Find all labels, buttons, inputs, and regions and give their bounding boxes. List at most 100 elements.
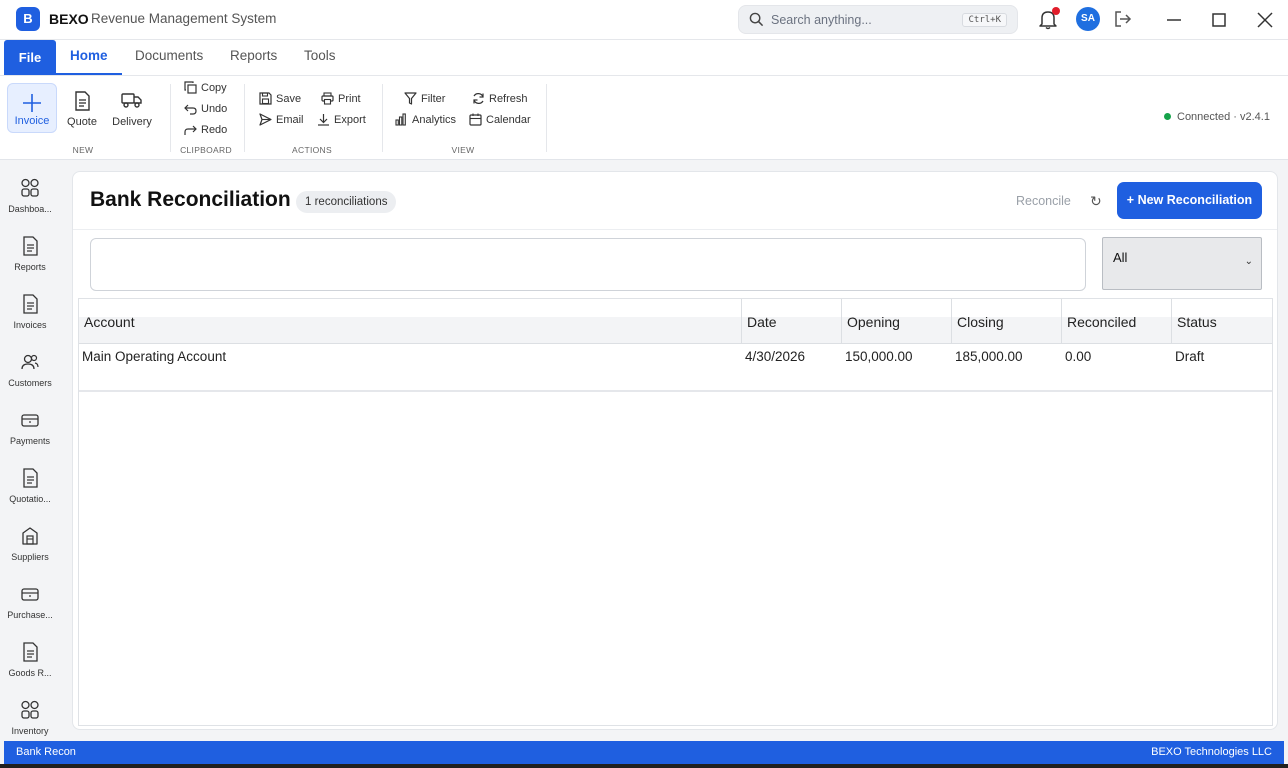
save-icon bbox=[259, 92, 272, 105]
ribbon-group-label: ACTIONS bbox=[292, 145, 332, 155]
document-icon bbox=[23, 468, 38, 488]
column-header-reconciled[interactable]: Reconciled bbox=[1062, 299, 1172, 344]
cell-closing: 185,000.00 bbox=[955, 349, 1023, 364]
column-header-opening[interactable]: Opening bbox=[842, 299, 952, 344]
search-input[interactable] bbox=[771, 10, 941, 30]
refresh-list-button[interactable]: ↻ bbox=[1090, 193, 1102, 210]
export-button[interactable]: Export bbox=[317, 111, 366, 129]
column-header-account[interactable]: Account bbox=[79, 299, 742, 344]
calendar-icon bbox=[469, 113, 482, 126]
title-bar: B BEXO Revenue Management System Ctrl+K … bbox=[0, 0, 1288, 40]
sidebar-item-customers[interactable]: Customers bbox=[0, 344, 60, 400]
main-panel: Bank Reconciliation 1 reconciliations Re… bbox=[72, 171, 1278, 730]
sidebar-item-suppliers[interactable]: Suppliers bbox=[0, 518, 60, 574]
column-header-closing[interactable]: Closing bbox=[952, 299, 1062, 344]
table-header: Account Date Opening Closing Reconciled … bbox=[79, 299, 1272, 344]
global-search[interactable]: Ctrl+K bbox=[738, 5, 1018, 34]
reconciliations-table: Account Date Opening Closing Reconciled … bbox=[78, 298, 1273, 726]
reconcile-button[interactable]: Reconcile bbox=[1016, 194, 1071, 208]
status-filter-select[interactable]: All ⌄ bbox=[1102, 237, 1262, 290]
refresh-icon bbox=[473, 93, 484, 104]
undo-icon bbox=[184, 104, 197, 115]
copy-button[interactable]: Copy bbox=[184, 79, 227, 97]
taskbar-edge bbox=[0, 764, 1288, 768]
sidebar-item-quotations[interactable]: Quotatio... bbox=[0, 460, 60, 516]
table-row[interactable]: Main Operating Account 4/30/2026 150,000… bbox=[79, 344, 1272, 392]
status-bar-left: Bank Recon bbox=[16, 746, 76, 758]
redo-button[interactable]: Redo bbox=[184, 121, 227, 139]
user-avatar[interactable]: SA bbox=[1076, 7, 1100, 31]
close-window-button[interactable] bbox=[1253, 8, 1277, 32]
ribbon-group-actions: Save Print Email Export ACTIONS bbox=[245, 76, 379, 160]
new-delivery-button[interactable]: Delivery bbox=[107, 83, 157, 133]
app-brand: BEXO bbox=[49, 11, 89, 27]
count-badge: 1 reconciliations bbox=[296, 191, 397, 213]
maximize-button[interactable] bbox=[1207, 8, 1231, 32]
calendar-button[interactable]: Calendar bbox=[469, 111, 531, 129]
filter-selected-value: All bbox=[1113, 250, 1128, 265]
new-quote-button[interactable]: Quote bbox=[57, 83, 107, 133]
refresh-button[interactable]: Refresh bbox=[472, 90, 528, 108]
grid-icon bbox=[21, 700, 39, 719]
new-invoice-button[interactable]: Invoice bbox=[7, 83, 57, 133]
sidebar-item-goods-received[interactable]: Goods R... bbox=[0, 634, 60, 690]
wallet-icon bbox=[21, 588, 39, 601]
truck-icon bbox=[121, 93, 142, 108]
tab-tools[interactable]: Tools bbox=[290, 40, 350, 75]
email-button[interactable]: Email bbox=[259, 111, 304, 129]
search-shortcut: Ctrl+K bbox=[962, 13, 1007, 27]
app-subtitle: Revenue Management System bbox=[91, 11, 277, 26]
sidebar-item-reports[interactable]: Reports bbox=[0, 228, 60, 284]
cell-opening: 150,000.00 bbox=[845, 349, 913, 364]
grid-icon bbox=[21, 178, 39, 197]
cell-date: 4/30/2026 bbox=[745, 349, 806, 364]
sidebar-item-purchases[interactable]: Purchase... bbox=[0, 576, 60, 632]
search-field[interactable] bbox=[90, 238, 1086, 291]
copy-icon bbox=[184, 81, 197, 94]
filter-button[interactable]: Filter bbox=[404, 90, 445, 108]
tab-home[interactable]: Home bbox=[56, 40, 122, 75]
column-header-date[interactable]: Date bbox=[742, 299, 842, 344]
bar-chart-icon bbox=[395, 113, 406, 126]
ribbon-group-label: VIEW bbox=[451, 145, 475, 155]
ribbon-toolbar: Invoice Quote Delivery NEW Copy Undo Red… bbox=[0, 76, 1288, 160]
download-icon bbox=[318, 114, 329, 126]
wallet-icon bbox=[21, 414, 39, 427]
users-icon bbox=[21, 354, 39, 370]
save-button[interactable]: Save bbox=[259, 90, 301, 108]
menu-bar: File Home Documents Reports Tools bbox=[0, 40, 1288, 76]
filter-icon bbox=[404, 92, 417, 105]
connection-status-text: Connected bbox=[1177, 111, 1231, 123]
column-header-status[interactable]: Status bbox=[1172, 299, 1272, 344]
print-button[interactable]: Print bbox=[321, 90, 361, 108]
undo-button[interactable]: Undo bbox=[184, 100, 227, 118]
file-menu[interactable]: File bbox=[4, 40, 56, 75]
notification-badge bbox=[1052, 7, 1060, 15]
document-icon bbox=[23, 294, 38, 314]
logout-icon[interactable] bbox=[1113, 9, 1133, 29]
warehouse-icon bbox=[22, 527, 38, 545]
analytics-button[interactable]: Analytics bbox=[395, 111, 456, 129]
minimize-button[interactable] bbox=[1162, 8, 1186, 32]
send-icon bbox=[259, 113, 272, 126]
search-icon bbox=[749, 12, 764, 30]
ribbon-group-view: Filter Refresh Analytics Calendar VIEW bbox=[383, 76, 543, 160]
sidebar-item-inventory[interactable]: Inventory bbox=[0, 692, 60, 748]
status-dot-icon bbox=[1164, 113, 1171, 120]
ribbon-divider bbox=[546, 84, 547, 152]
tab-reports[interactable]: Reports bbox=[216, 40, 291, 75]
connection-status: Connected · v2.4.1 bbox=[1164, 111, 1270, 123]
status-bar: Bank Recon BEXO Technologies LLC bbox=[4, 741, 1284, 764]
page-title: Bank Reconciliation bbox=[90, 188, 291, 211]
ribbon-group-new: Invoice Quote Delivery NEW bbox=[0, 76, 166, 160]
plus-icon bbox=[23, 94, 41, 112]
new-reconciliation-button[interactable]: + New Reconciliation bbox=[1117, 182, 1262, 219]
sidebar-item-payments[interactable]: Payments bbox=[0, 402, 60, 458]
cell-account: Main Operating Account bbox=[82, 349, 227, 364]
tab-documents[interactable]: Documents bbox=[121, 40, 217, 75]
cell-reconciled: 0.00 bbox=[1065, 349, 1092, 364]
sidebar-item-invoices[interactable]: Invoices bbox=[0, 286, 60, 342]
document-icon bbox=[75, 91, 90, 111]
redo-icon bbox=[184, 125, 197, 135]
sidebar-item-dashboard[interactable]: Dashboa... bbox=[0, 170, 60, 226]
